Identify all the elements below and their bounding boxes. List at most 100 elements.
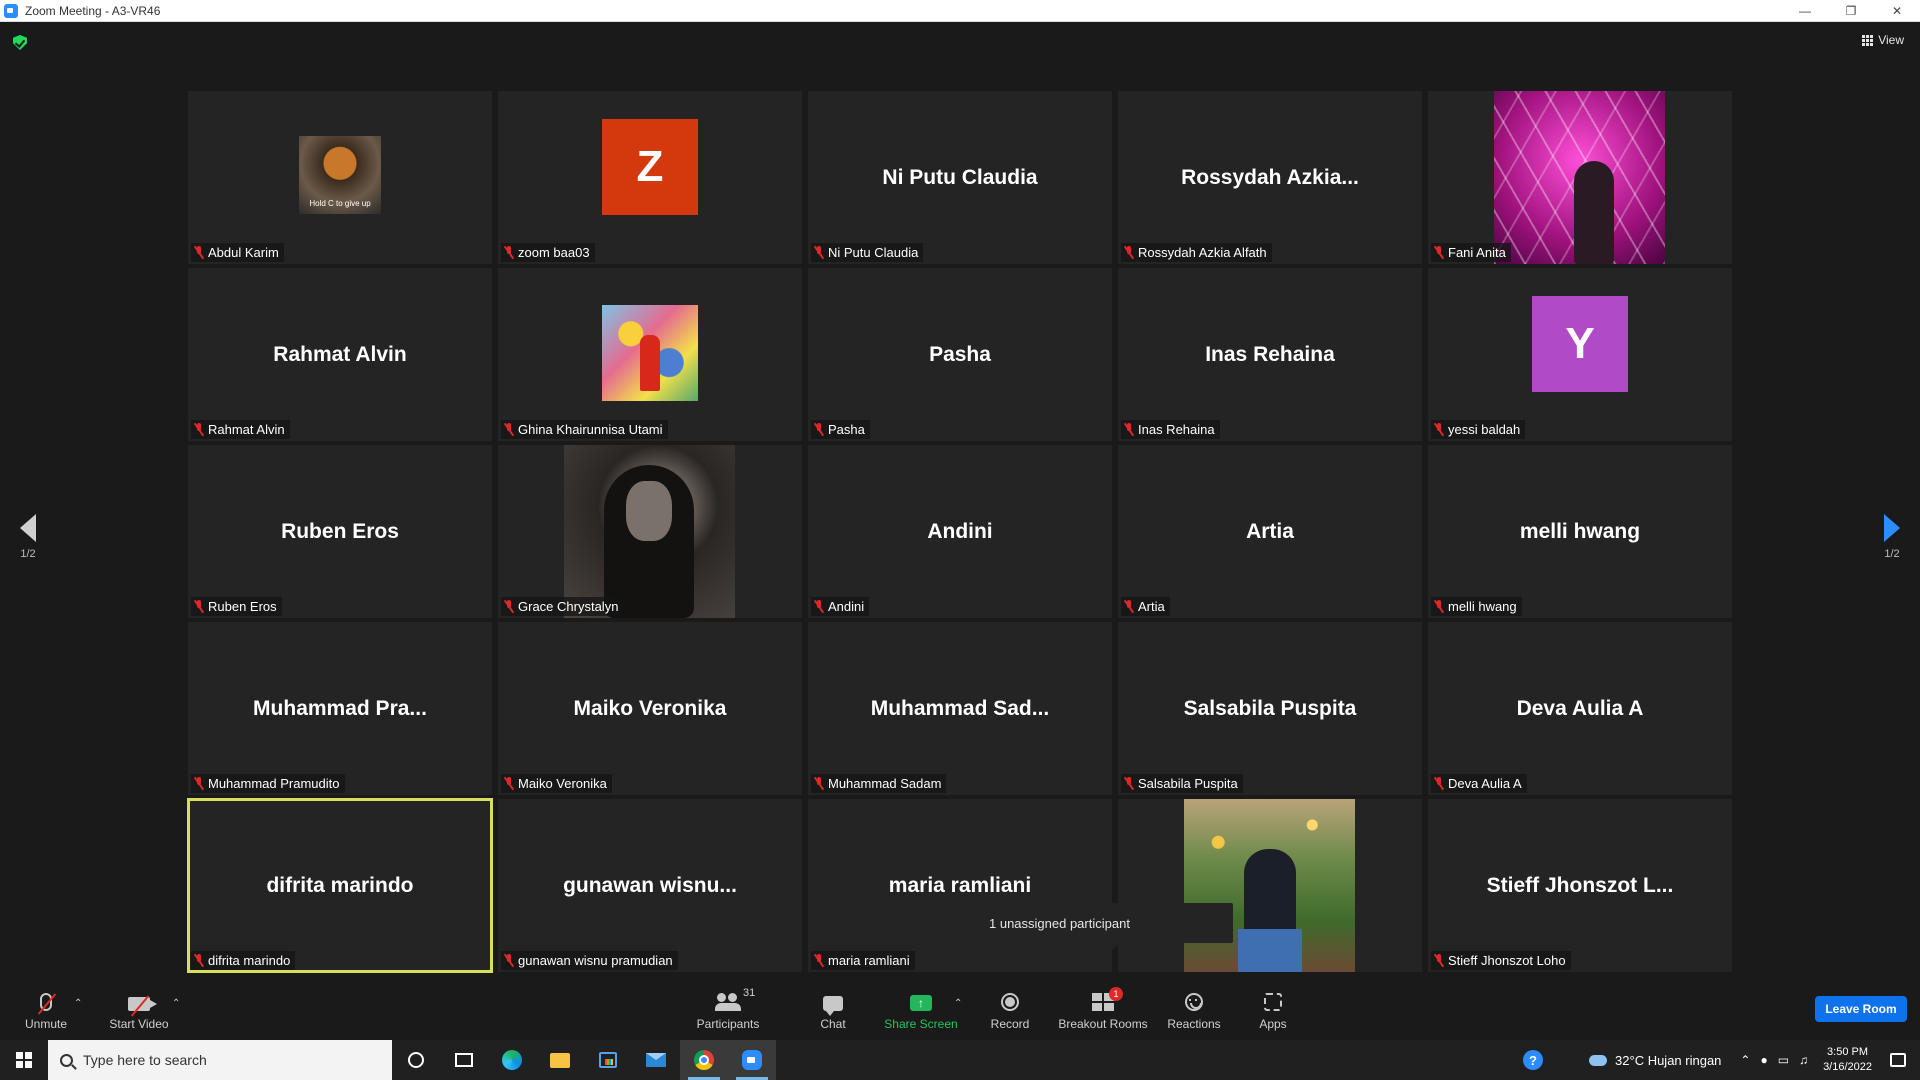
participants-button[interactable]: 31 Participants [692,980,764,1040]
zoom-icon [742,1050,762,1070]
weather-text[interactable]: 32°C Hujan ringan [1615,1053,1721,1068]
breakout-rooms-button[interactable]: 1 Breakout Rooms [1058,980,1148,1040]
participant-name-label: Ni Putu Claudia [828,245,919,260]
security-shield-icon[interactable] [13,35,27,50]
unmute-button[interactable]: Unmute [20,980,72,1040]
participant-display-name: Rahmat Alvin [273,342,407,366]
participant-name-label: Grace Chrystalyn [518,599,619,614]
breakout-rooms-badge: 1 [1109,987,1123,1001]
tile-center: melli hwang [1428,445,1732,596]
participant-tile[interactable]: melli hwang melli hwang [1428,445,1732,618]
store-app[interactable] [584,1040,632,1080]
start-video-button[interactable]: Start Video [104,980,174,1040]
next-page-nav[interactable]: 1/2 [1872,514,1912,560]
participant-name-label: yessi baldah [1448,422,1521,437]
clock[interactable]: 3:50 PM 3/16/2022 [1823,1045,1872,1075]
participant-tile[interactable]: maria ramliani maria ramliani [808,799,1112,972]
participant-name-label: Pasha [828,422,865,437]
participant-tile[interactable]: Rossydah Azkia... Rossydah Azkia Alfath [1118,91,1422,264]
mic-muted-icon [814,777,824,790]
view-button-label: View [1878,33,1904,47]
tile-center: Ni Putu Claudia [808,91,1112,242]
edge-app[interactable] [488,1040,536,1080]
participant-nameplate: Ni Putu Claudia [811,243,924,262]
audio-options-caret-icon[interactable]: ⌃ [74,998,82,1009]
chat-label: Chat [820,1017,846,1031]
start-button[interactable] [0,1040,48,1080]
previous-page-nav[interactable]: 1/2 [8,514,48,560]
participant-name-label: melli hwang [1448,599,1517,614]
cortana-button[interactable] [392,1040,440,1080]
unmute-label: Unmute [24,1017,68,1031]
share-screen-label: Share Screen [884,1017,958,1031]
zoom-taskbar-app[interactable] [728,1040,776,1080]
participant-tile[interactable]: Muhammad Pra... Muhammad Pramudito [188,622,492,795]
volume-icon[interactable]: ♫ [1799,1053,1808,1067]
apps-label: Apps [1259,1017,1287,1031]
participant-grid: Hold C to give up Abdul Karim Zzoom baa03 N… [187,91,1732,973]
participant-tile[interactable]: Salsabila Puspita Salsabila Puspita [1118,622,1422,795]
mic-muted-icon [1124,600,1134,613]
mail-icon [646,1053,666,1067]
participant-tile[interactable]: Ruben Eros Ruben Eros [188,445,492,618]
participant-tile[interactable]: difrita marindo difrita marindo [187,798,493,973]
participant-tile[interactable]: Hold C to give up Abdul Karim [188,91,492,264]
participant-tile[interactable]: gunawan wisnu... gunawan wisnu pramudian [498,799,802,972]
minimize-button[interactable]: — [1782,0,1828,22]
taskbar-search-box[interactable]: Type here to search [48,1040,392,1080]
tooltip-text: 1 unassigned participant [989,915,1130,931]
participant-tile[interactable]: Zzoom baa03 [498,91,802,264]
clock-time: 3:50 PM [1827,1046,1869,1058]
network-icon[interactable]: ▭ [1778,1053,1789,1067]
participant-tile[interactable]: Artia Artia [1118,445,1422,618]
notifications-icon[interactable] [1890,1053,1906,1067]
view-button[interactable]: View [1862,33,1904,47]
participant-tile[interactable]: Inas Rehaina Inas Rehaina [1118,268,1422,441]
zoom-window: Zoom Meeting - A3-VR46 — ❐ ✕ View 1/2 1/… [0,0,1920,1080]
mail-app[interactable] [632,1040,680,1080]
record-button[interactable]: Record [988,980,1032,1040]
chrome-app[interactable] [680,1040,728,1080]
participant-tile[interactable]: Ni Putu Claudia Ni Putu Claudia [808,91,1112,264]
apps-button[interactable]: Apps [1256,980,1290,1040]
file-explorer-app[interactable] [536,1040,584,1080]
zoom-app-icon [4,3,18,18]
chat-icon [823,996,843,1016]
microphone-tray-icon[interactable]: ● [1760,1053,1767,1067]
leave-room-button[interactable]: Leave Room [1815,996,1907,1022]
participant-tile[interactable]: Grace Chrystalyn [498,445,802,618]
close-button[interactable]: ✕ [1874,0,1920,22]
task-view-button[interactable] [440,1040,488,1080]
share-options-caret-icon[interactable]: ⌃ [954,998,962,1009]
participant-nameplate: Rahmat Alvin [191,420,290,439]
folder-icon [550,1052,570,1068]
help-icon[interactable]: ? [1523,1050,1544,1070]
camera-off-icon [128,997,157,1011]
participant-tile[interactable]: Muhammad Sad... Muhammad Sadam [808,622,1112,795]
microphone-muted-icon [40,993,52,1011]
participant-tile[interactable]: Ghina Khairunnisa Utami [498,268,802,441]
show-hidden-icons-icon[interactable]: ⌃ [1740,1053,1750,1067]
tile-center: Andini [808,445,1112,596]
participant-tile[interactable]: Andini Andini [808,445,1112,618]
participant-display-name: difrita marindo [266,873,414,897]
participant-tile[interactable]: Stieff Jhonszot L... Stieff Jhonszot Loho [1428,799,1732,972]
windows-logo-icon [16,1052,32,1068]
video-options-caret-icon[interactable]: ⌃ [172,998,180,1009]
participant-tile[interactable]: Rahmat Alvin Rahmat Alvin [188,268,492,441]
reactions-button[interactable]: Reactions [1166,980,1222,1040]
participant-tile[interactable]: Yyessi baldah [1428,268,1732,441]
arrow-right-icon[interactable] [1884,514,1900,542]
participant-nameplate: Inas Rehaina [1121,420,1220,439]
restore-button[interactable]: ❐ [1828,0,1874,22]
share-screen-button[interactable]: ↑ Share Screen [884,980,958,1040]
participant-tile[interactable] [1118,799,1422,972]
participant-tile[interactable]: Deva Aulia A Deva Aulia A [1428,622,1732,795]
participant-nameplate: melli hwang [1431,597,1522,616]
participant-tile[interactable]: Fani Anita [1428,91,1732,264]
chat-button[interactable]: Chat [812,980,854,1040]
participant-name-label: Ruben Eros [208,599,277,614]
participant-tile[interactable]: Maiko Veronika Maiko Veronika [498,622,802,795]
arrow-left-icon[interactable] [20,514,36,542]
participant-tile[interactable]: Pasha Pasha [808,268,1112,441]
